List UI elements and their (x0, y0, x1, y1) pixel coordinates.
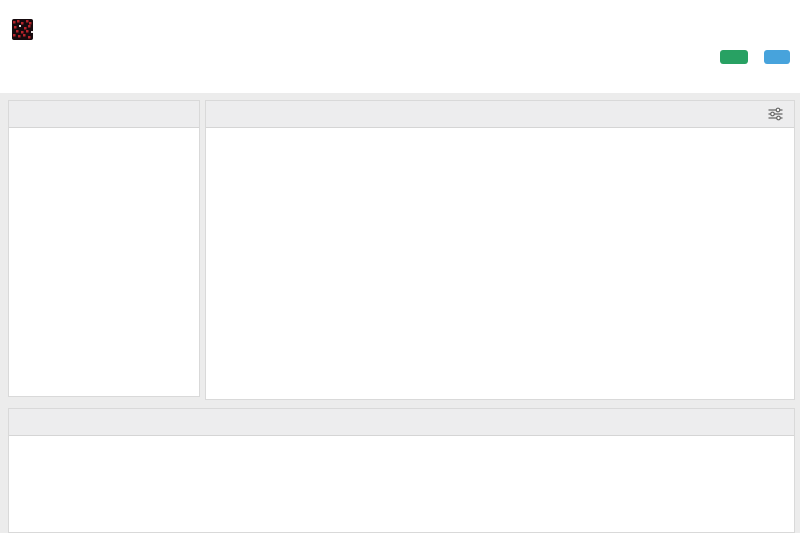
chart-tabbar (206, 101, 794, 128)
stats-sidebar (8, 100, 200, 397)
periods-panel (8, 408, 795, 533)
account-row (0, 11, 800, 40)
chart-legend (206, 128, 794, 136)
account-avatar (12, 19, 33, 40)
subscribe-button[interactable] (720, 50, 748, 64)
page-header (0, 0, 800, 93)
badge-row (0, 40, 800, 64)
copy-button[interactable] (764, 50, 790, 64)
periods-tabbar (9, 409, 794, 436)
chart-panel (205, 100, 795, 400)
sidebar-tabbar (9, 101, 199, 128)
chart-settings-icon[interactable] (757, 101, 794, 127)
